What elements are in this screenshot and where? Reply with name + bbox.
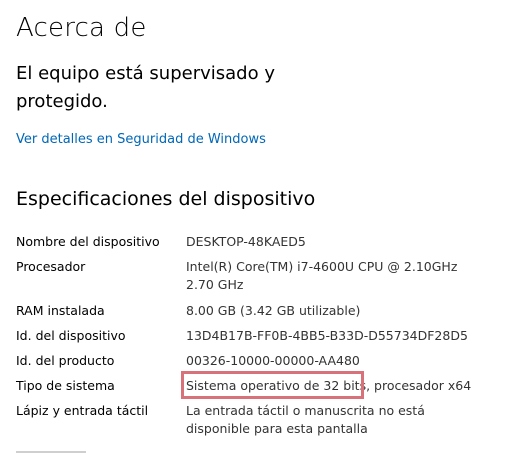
spec-label: Lápiz y entrada táctil [16,403,149,418]
spec-label: Procesador [16,259,86,274]
windows-security-link[interactable]: Ver detalles en Seguridad de Windows [16,132,266,147]
spec-label: Tipo de sistema [16,378,115,393]
spec-value: La entrada táctil o manuscrita no está d… [186,403,425,436]
spec-value: Intel(R) Core(TM) i7-4600U CPU @ 2.10GHz… [186,259,458,292]
spec-value: DESKTOP-48KAED5 [186,234,306,249]
page-title: Acerca de [16,13,147,43]
spec-label: RAM instalada [16,303,105,318]
device-specs-heading: Especificaciones del dispositivo [16,188,316,210]
spec-label: Id. del producto [16,353,115,368]
spec-label: Id. del dispositivo [16,328,126,343]
protection-status-text: El equipo está supervisado y protegido. [16,63,275,112]
spec-value: 8.00 GB (3.42 GB utilizable) [186,303,361,318]
system-type-highlight-box [181,371,364,399]
spec-value: 13D4B17B-FF0B-4BB5-B33D-D55734DF28D5 [186,328,468,343]
spec-value: 00326-10000-00000-AA480 [186,353,360,368]
spec-label: Nombre del dispositivo [16,234,160,249]
divider [16,451,86,453]
